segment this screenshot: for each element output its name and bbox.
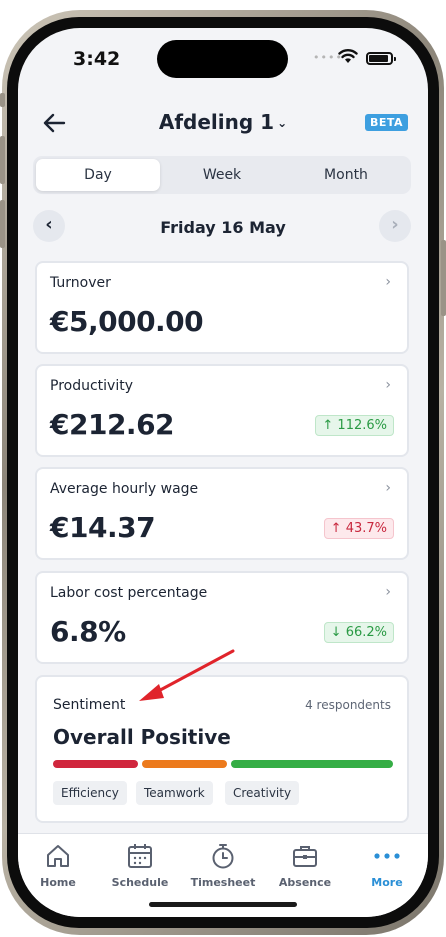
tab-month[interactable]: Month (284, 159, 408, 191)
next-day-button[interactable]: › (379, 210, 411, 242)
chevron-down-icon: ⌄ (277, 116, 288, 130)
change-badge: ↑ 112.6% (315, 415, 394, 436)
side-button (0, 93, 5, 107)
battery-icon (366, 52, 396, 65)
metric-value: €5,000.00 (50, 305, 204, 338)
wifi-icon (338, 49, 358, 63)
metric-value: €14.37 (50, 511, 156, 544)
metric-title: Average hourly wage (50, 481, 199, 497)
nav-label: Home (40, 876, 76, 889)
nav-label: More (371, 876, 403, 889)
sentiment-bar-negative (53, 760, 138, 768)
home-icon (47, 845, 69, 867)
side-button (0, 200, 5, 248)
nav-timesheet[interactable]: Timesheet (188, 842, 258, 889)
nav-label: Timesheet (190, 876, 256, 889)
side-button (0, 136, 5, 184)
metric-card-average-hourly-wage[interactable]: Average hourly wage › €14.37 ↑ 43.7% (35, 467, 409, 560)
nav-home[interactable]: Home (23, 842, 93, 889)
tab-day[interactable]: Day (36, 159, 160, 191)
metric-card-productivity[interactable]: Productivity › €212.62 ↑ 112.6% (35, 364, 409, 457)
metric-value: 6.8% (50, 615, 126, 648)
change-badge: ↓ 66.2% (323, 622, 394, 643)
briefcase-icon (293, 846, 317, 867)
app-screen: 3:42 •••• Afdeling 1 ⌄ BETA Day Week Mont… (18, 28, 428, 917)
metric-card-labor-cost-percentage[interactable]: Labor cost percentage › 6.8% ↓ 66.2% (35, 571, 409, 664)
calendar-icon (128, 844, 152, 868)
overall-sentiment: Overall Positive (53, 725, 231, 749)
respondents-count: 4 respondents (305, 698, 391, 712)
nav-label: Schedule (111, 876, 169, 889)
date-label: Friday 16 May (160, 218, 286, 237)
more-dots-icon (374, 853, 400, 859)
change-badge: ↑ 43.7% (323, 518, 394, 539)
dynamic-island (157, 40, 288, 78)
nav-label: Absence (278, 876, 332, 889)
chevron-right-icon: › (385, 274, 391, 290)
metric-title: Turnover (50, 275, 111, 291)
side-button (441, 240, 446, 316)
sentiment-tag: Teamwork (136, 781, 213, 805)
metric-card-turnover[interactable]: Turnover › €5,000.00 (35, 261, 409, 354)
sentiment-tag: Efficiency (53, 781, 127, 805)
sentiment-title: Sentiment (53, 697, 126, 713)
sentiment-card[interactable]: Sentiment 4 respondents Overall Positive… (35, 675, 409, 823)
status-time: 3:42 (73, 48, 121, 70)
metric-title: Productivity (50, 378, 133, 394)
metric-value: €212.62 (50, 408, 175, 441)
home-indicator (149, 902, 297, 907)
chevron-right-icon: › (385, 480, 391, 496)
sentiment-tag: Creativity (225, 781, 300, 805)
stopwatch-icon (212, 844, 234, 869)
sentiment-bar-positive (231, 760, 393, 768)
nav-more[interactable]: More (352, 842, 422, 889)
beta-badge: BETA (365, 114, 409, 131)
chevron-right-icon: › (385, 377, 391, 393)
chevron-right-icon: › (385, 584, 391, 600)
nav-absence[interactable]: Absence (270, 842, 340, 889)
metric-title: Labor cost percentage (50, 585, 208, 601)
sentiment-bar-neutral (142, 760, 227, 768)
nav-schedule[interactable]: Schedule (105, 842, 175, 889)
tab-week[interactable]: Week (160, 159, 284, 191)
page-title: Afdeling 1 (158, 110, 275, 134)
period-tabs: Day Week Month (33, 156, 411, 194)
